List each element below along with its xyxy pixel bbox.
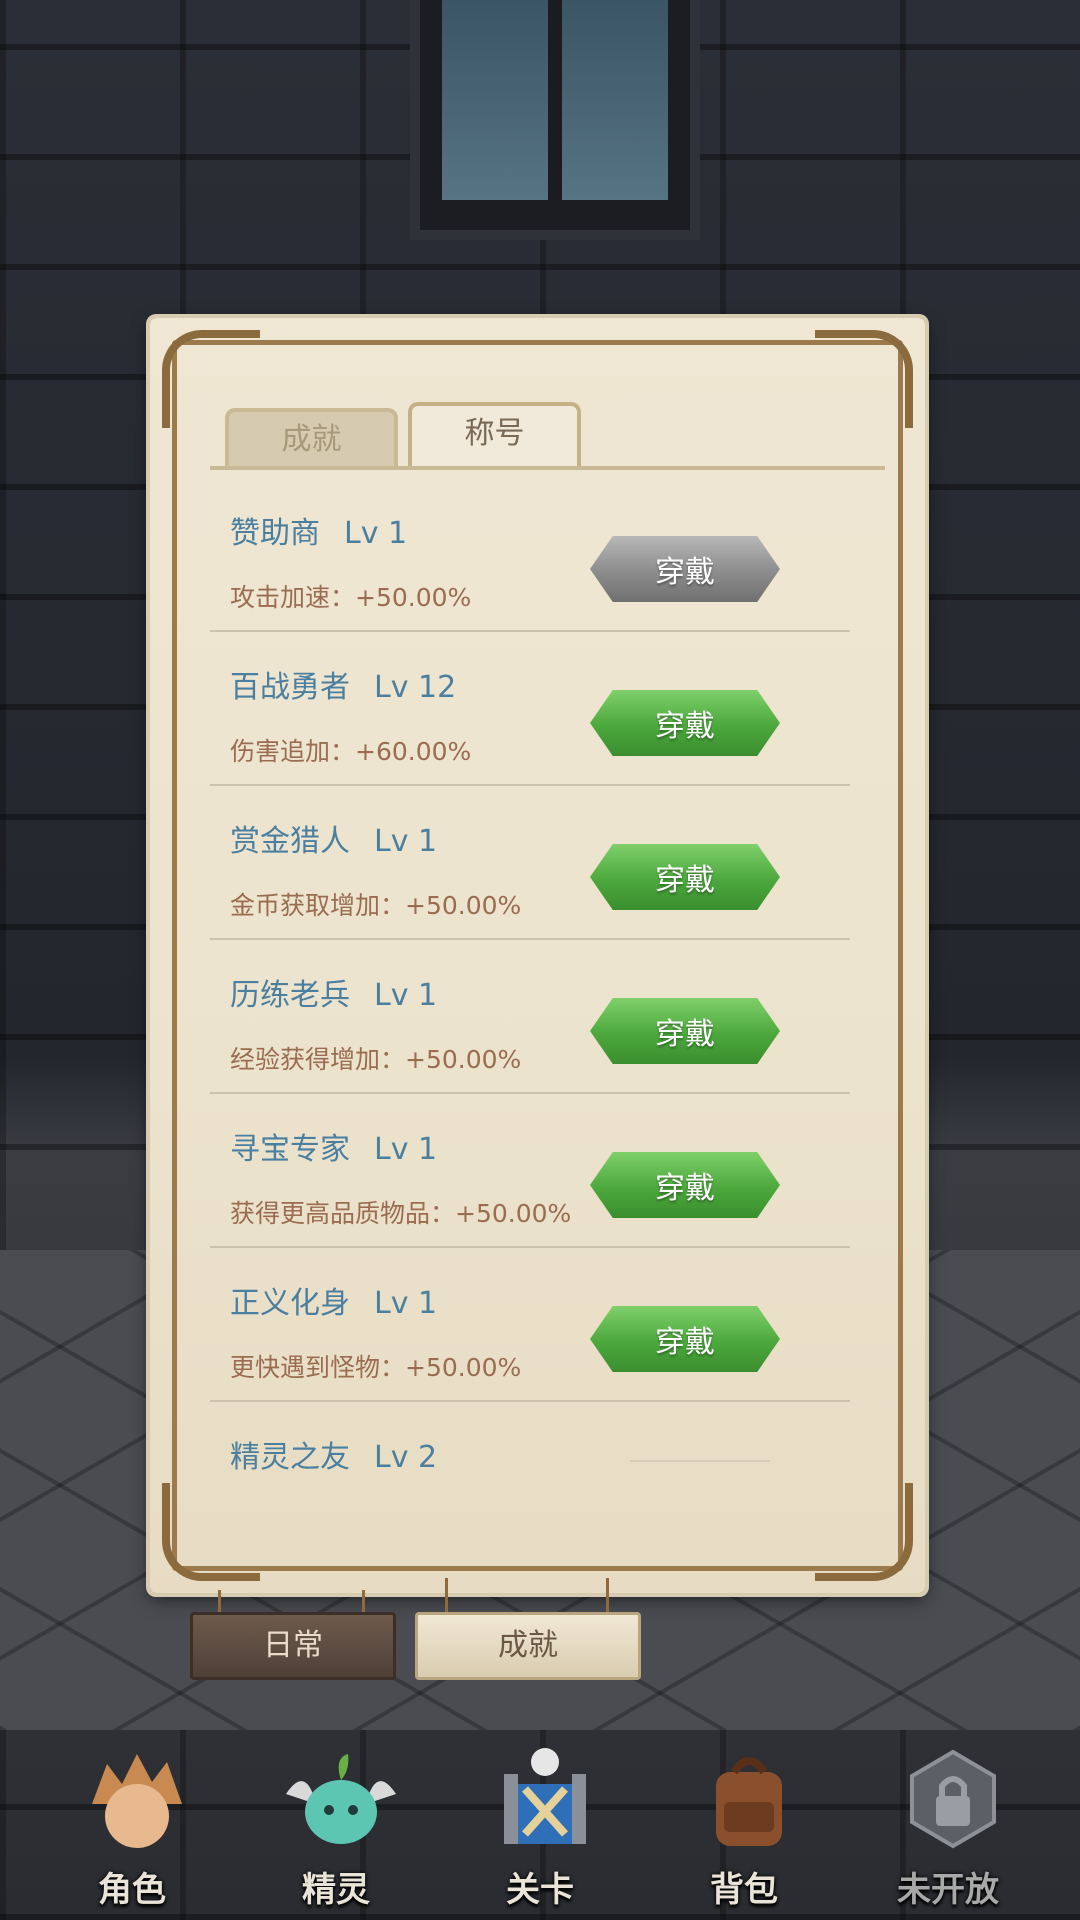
title-level: Lv 1 [344,516,408,551]
title-level: Lv 2 [374,1440,438,1475]
title-effect: 攻击加速：+50.00% [230,583,472,612]
title-list[interactable]: 赞助商 Lv 1 攻击加速：+50.00% 穿戴 百战勇者 Lv 12 伤害追加：+… [210,478,850,1478]
titles-panel: 成就 称号 赞助商 Lv 1 攻击加速：+50.00% 穿戴 百战勇者 Lv 12 … [150,318,925,1593]
nav-spirit[interactable]: 精灵 [256,1720,416,1920]
nav-label: 精灵 [302,1870,370,1910]
title-effect: 经验获得增加：+50.00% [230,1045,522,1074]
title-level: Lv 1 [374,978,438,1013]
title-name: 赞助商 Lv 1 [230,516,408,551]
wear-button[interactable]: 穿戴 [590,690,780,756]
tab-titles[interactable]: 称号 [408,402,581,468]
title-level: Lv 1 [374,1286,438,1321]
locked-icon [898,1744,1008,1854]
wear-button[interactable]: 穿戴 [590,998,780,1064]
title-level: Lv 1 [374,824,438,859]
title-row: 赏金猎人 Lv 1 金币获取增加：+50.00% 穿戴 [210,786,850,940]
title-effect: 金币获取增加：+50.00% [230,891,522,920]
title-name: 历练老兵 Lv 1 [230,978,438,1013]
wear-button[interactable]: 穿戴 [590,1306,780,1372]
wear-button[interactable]: 穿戴 [590,1152,780,1218]
title-name: 百战勇者 Lv 12 [230,670,457,705]
wear-button[interactable]: 穿戴 [590,536,780,602]
bottom-nav: 角色 精灵 关卡 背包 未开放 [0,1720,1080,1920]
wear-button[interactable]: 穿戴 [590,844,780,910]
nav-hero[interactable]: 角色 [52,1720,212,1920]
background-window [410,0,700,240]
tab-divider [210,466,885,470]
ornament-corner [162,1483,260,1581]
spirit-icon [286,1744,396,1854]
nav-label: 角色 [98,1870,166,1910]
tab-daily[interactable]: 日常 [190,1612,396,1680]
nav-label: 背包 [710,1870,778,1910]
title-effect: 伤害追加：+60.00% [230,737,472,766]
nav-stage[interactable]: 关卡 [460,1720,620,1920]
stage-icon [490,1744,600,1854]
title-name: 精灵之友 Lv 2 [230,1440,438,1475]
nav-label: 未开放 [897,1870,999,1910]
ornament-corner [815,1483,913,1581]
title-row: 历练老兵 Lv 1 经验获得增加：+50.00% 穿戴 [210,940,850,1094]
panel-tabs: 成就 称号 [225,402,581,468]
title-name: 正义化身 Lv 1 [230,1286,438,1321]
ornament-corner [815,330,913,428]
title-level: Lv 12 [374,670,457,705]
nav-locked[interactable]: 未开放 [868,1720,1028,1920]
title-effect: 获得更高品质物品：+50.00% [230,1199,572,1228]
tab-achievement-active[interactable]: 成就 [415,1612,641,1680]
title-effect: 更快遇到怪物：+50.00% [230,1353,522,1382]
title-level: Lv 1 [374,1132,438,1167]
nav-backpack[interactable]: 背包 [664,1720,824,1920]
title-name: 赏金猎人 Lv 1 [230,824,438,859]
title-row: 精灵之友 Lv 2 [210,1402,850,1478]
button-placeholder [630,1460,770,1462]
title-row: 赞助商 Lv 1 攻击加速：+50.00% 穿戴 [210,478,850,632]
title-row: 正义化身 Lv 1 更快遇到怪物：+50.00% 穿戴 [210,1248,850,1402]
nav-label: 关卡 [506,1870,574,1910]
title-name: 寻宝专家 Lv 1 [230,1132,438,1167]
backpack-icon [694,1744,804,1854]
hero-icon [82,1744,192,1854]
tab-achievements[interactable]: 成就 [225,408,398,468]
title-row: 百战勇者 Lv 12 伤害追加：+60.00% 穿戴 [210,632,850,786]
title-row: 寻宝专家 Lv 1 获得更高品质物品：+50.00% 穿戴 [210,1094,850,1248]
